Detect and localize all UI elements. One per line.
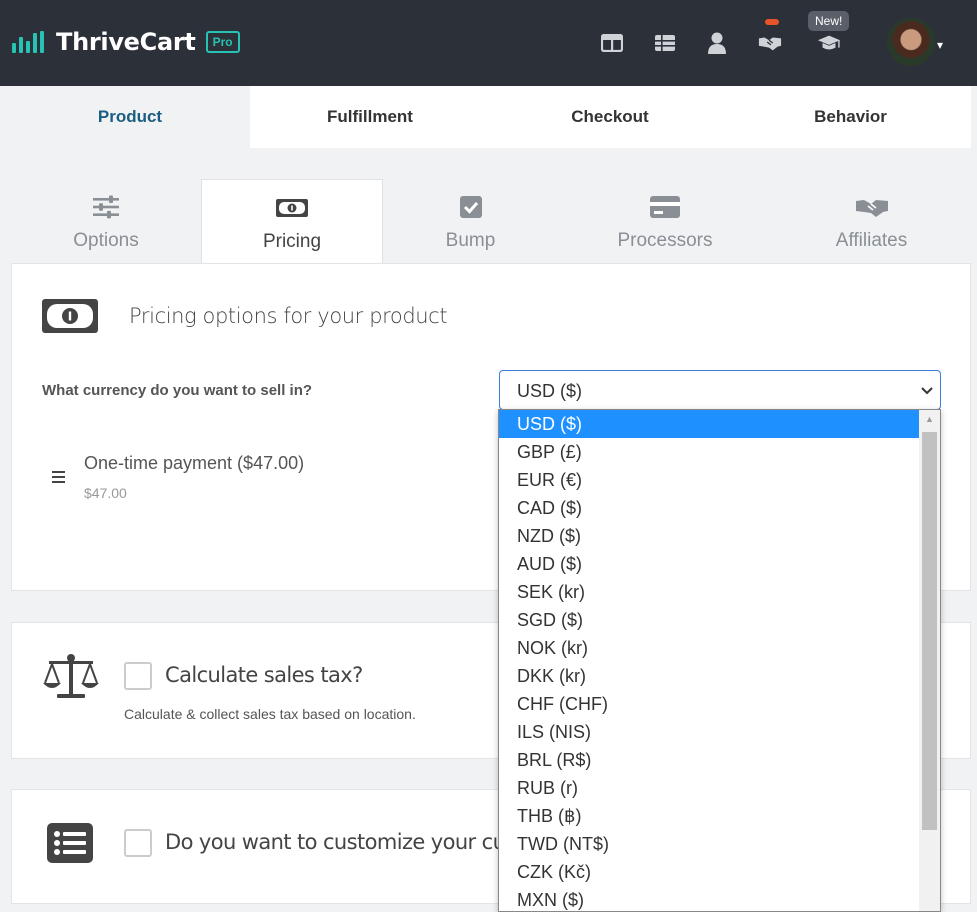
currency-option-dkk[interactable]: DKK (kr) [499, 662, 919, 690]
money-bill-icon [275, 193, 309, 223]
subtab-options-label: Options [73, 229, 139, 251]
currency-option-nok[interactable]: NOK (kr) [499, 634, 919, 662]
subtab-processors[interactable]: Processors [558, 179, 772, 264]
currency-option-aud[interactable]: AUD ($) [499, 550, 919, 578]
tab-product[interactable]: Product [10, 86, 250, 148]
customize-checkbox[interactable] [124, 829, 152, 857]
currency-select[interactable]: USD ($) [499, 370, 941, 410]
scrollbar-thumb[interactable] [922, 432, 937, 830]
subtab-options[interactable]: Options [11, 179, 201, 264]
sliders-icon [92, 192, 120, 222]
brand-name: ThriveCart [56, 28, 196, 56]
graduation-cap-icon[interactable] [817, 32, 841, 54]
subtab-bump-label: Bump [445, 229, 496, 251]
user-avatar[interactable] [887, 18, 935, 66]
currency-option-sek[interactable]: SEK (kr) [499, 578, 919, 606]
payment-option-amount: $47.00 [84, 485, 127, 501]
tab-fulfillment[interactable]: Fulfillment [250, 86, 490, 148]
money-bill-icon [41, 298, 99, 339]
check-square-icon [459, 192, 483, 222]
thrivecart-logo[interactable]: ThriveCart Pro [12, 28, 240, 56]
handshake-icon[interactable] [758, 32, 782, 54]
subtab-bump[interactable]: Bump [383, 179, 558, 264]
currency-select-value: USD ($) [517, 381, 583, 401]
currency-option-rub[interactable]: RUB (r) [499, 774, 919, 802]
table-icon[interactable] [653, 32, 677, 54]
currency-label: What currency do you want to sell in? [42, 382, 313, 399]
currency-option-chf[interactable]: CHF (CHF) [499, 690, 919, 718]
user-icon[interactable] [705, 32, 729, 54]
notification-dot [765, 19, 779, 25]
sales-tax-description: Calculate & collect sales tax based on l… [124, 706, 416, 722]
customize-title: Do you want to customize your custor [165, 830, 544, 854]
currency-option-mxn[interactable]: MXN ($) [499, 886, 919, 911]
credit-card-icon [649, 192, 681, 222]
sales-tax-checkbox[interactable] [124, 662, 152, 690]
currency-option-nzd[interactable]: NZD ($) [499, 522, 919, 550]
tab-checkout[interactable]: Checkout [490, 86, 730, 148]
top-bar: ThriveCart Pro New! ▾ [0, 0, 977, 86]
dropdown-scrollbar[interactable]: ▲ [919, 410, 940, 911]
pricing-title: Pricing options for your product [129, 304, 448, 328]
currency-option-gbp[interactable]: GBP (£) [499, 438, 919, 466]
currency-option-thb[interactable]: THB (฿) [499, 802, 919, 830]
sub-tabs: Options Pricing Bump Processors Affiliat… [11, 179, 971, 265]
currency-option-eur[interactable]: EUR (€) [499, 466, 919, 494]
currency-dropdown-list[interactable]: USD ($) GBP (£) EUR (€) CAD ($) NZD ($) … [498, 409, 941, 912]
balance-scale-icon [41, 653, 101, 704]
currency-option-brl[interactable]: BRL (R$) [499, 746, 919, 774]
currency-option-twd[interactable]: TWD (NT$) [499, 830, 919, 858]
chevron-down-icon[interactable]: ▾ [937, 38, 943, 52]
subtab-pricing[interactable]: Pricing [201, 179, 383, 265]
subtab-affiliates[interactable]: Affiliates [772, 179, 971, 264]
subtab-processors-label: Processors [617, 229, 713, 251]
currency-option-cad[interactable]: CAD ($) [499, 494, 919, 522]
dashboard-icon[interactable] [600, 32, 624, 54]
handshake-icon [855, 192, 889, 222]
tab-behavior[interactable]: Behavior [730, 86, 971, 148]
currency-option-czk[interactable]: CZK (Kč) [499, 858, 919, 886]
currency-option-sgd[interactable]: SGD ($) [499, 606, 919, 634]
list-icon [46, 822, 94, 869]
subtab-pricing-label: Pricing [262, 230, 322, 252]
pro-badge: Pro [205, 31, 240, 53]
subtab-affiliates-label: Affiliates [835, 229, 908, 251]
new-badge: New! [808, 11, 850, 31]
sales-tax-title: Calculate sales tax? [165, 663, 363, 687]
currency-option-usd[interactable]: USD ($) [499, 410, 919, 438]
drag-handle-icon[interactable] [52, 467, 65, 488]
main-tabs: Product Fulfillment Checkout Behavior [10, 86, 971, 148]
payment-option-title[interactable]: One-time payment ($47.00) [84, 453, 304, 474]
chevron-down-icon [920, 381, 934, 402]
currency-option-ils[interactable]: ILS (NIS) [499, 718, 919, 746]
scroll-up-icon[interactable]: ▲ [919, 410, 940, 428]
logo-bars-icon [12, 31, 46, 53]
